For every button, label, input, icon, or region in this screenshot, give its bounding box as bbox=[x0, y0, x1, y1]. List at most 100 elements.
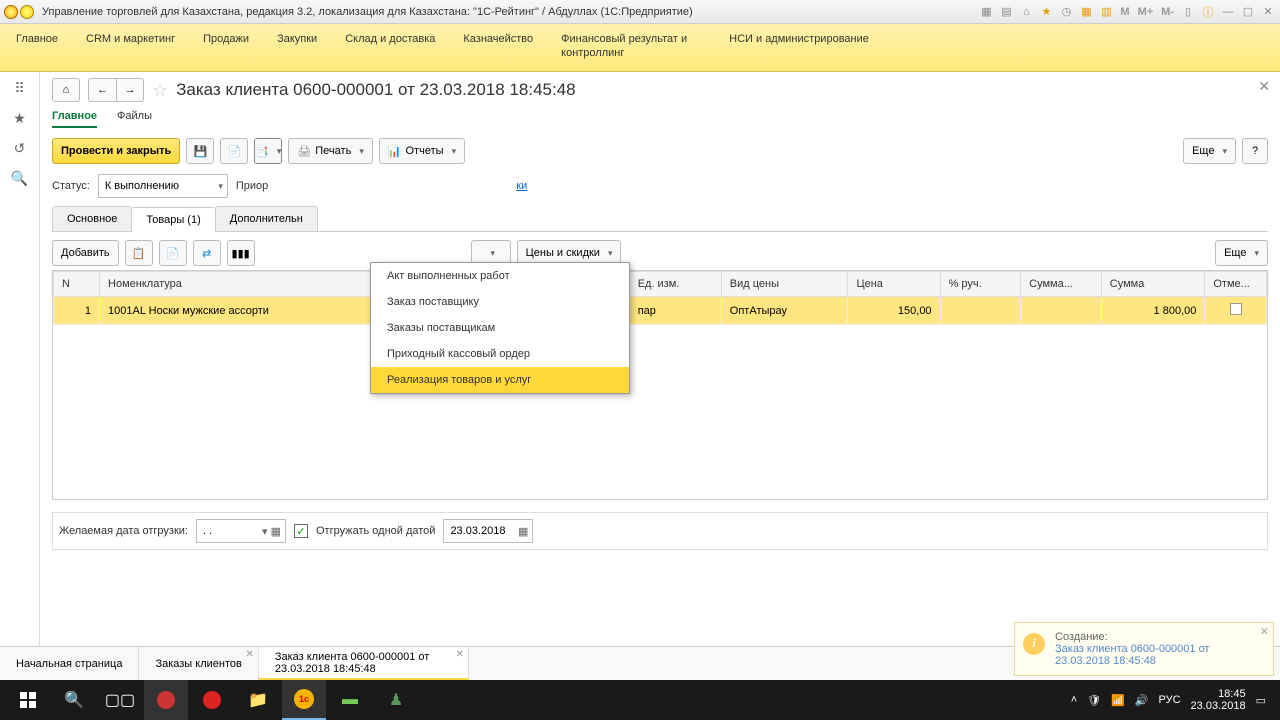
post-button[interactable]: 📄 bbox=[220, 138, 248, 164]
tray-chevron-icon[interactable]: ˄ bbox=[1071, 694, 1077, 706]
back-button[interactable]: ← bbox=[88, 78, 116, 102]
post-and-close-button[interactable]: Провести и закрыть bbox=[52, 138, 180, 164]
tray-volume-icon[interactable]: 🔊 bbox=[1135, 694, 1149, 707]
cancel-checkbox[interactable] bbox=[1230, 303, 1242, 315]
calendar-icon[interactable]: ▾ ▦ bbox=[262, 525, 281, 538]
barcode-button[interactable]: ▮▮▮ bbox=[227, 240, 255, 266]
menu-admin[interactable]: НСИ и администрирование bbox=[729, 32, 869, 46]
m-button[interactable]: M bbox=[1118, 6, 1131, 18]
dd-item-act[interactable]: Акт выполненных работ bbox=[371, 263, 629, 289]
toolbar-icon[interactable]: ⌂ bbox=[1018, 4, 1034, 20]
col-pricetype[interactable]: Вид цены bbox=[721, 272, 848, 297]
copy-row-button[interactable]: 📋 bbox=[125, 240, 153, 266]
close-tab-icon[interactable]: ✕ bbox=[245, 649, 253, 661]
toolbar-icon[interactable]: ▤ bbox=[998, 4, 1014, 20]
col-sum[interactable]: Сумма bbox=[1101, 272, 1205, 297]
history-icon[interactable]: ↺ bbox=[10, 138, 30, 158]
add-row-button[interactable]: Добавить bbox=[52, 240, 119, 266]
calendar-icon[interactable]: ▥ bbox=[1098, 4, 1114, 20]
close-tab-icon[interactable]: ✕ bbox=[455, 649, 463, 661]
menu-finresult[interactable]: Финансовый результат и контроллинг bbox=[561, 32, 701, 60]
col-price[interactable]: Цена bbox=[848, 272, 940, 297]
dd-item-supplier-orders[interactable]: Заказы поставщикам bbox=[371, 315, 629, 341]
fill-button[interactable]: ⇄ bbox=[193, 240, 221, 266]
tray-network-icon[interactable]: 📶 bbox=[1111, 694, 1125, 707]
notification-text: Заказ клиента 0600-000001 от 23.03.2018 … bbox=[1055, 643, 1263, 667]
search-icon[interactable]: 🔍 bbox=[52, 680, 96, 720]
history-icon[interactable]: ◷ bbox=[1058, 4, 1074, 20]
col-unit[interactable]: Ед. изм. bbox=[629, 272, 721, 297]
tray-lang[interactable]: РУС bbox=[1159, 694, 1181, 706]
dd-item-cash-order[interactable]: Приходный кассовый ордер bbox=[371, 341, 629, 367]
menu-purchases[interactable]: Закупки bbox=[277, 32, 317, 46]
taskbar-1c[interactable]: 1c bbox=[282, 680, 326, 720]
dd-item-realization[interactable]: Реализация товаров и услуг bbox=[371, 367, 629, 393]
panel-icon[interactable]: ▯ bbox=[1180, 4, 1196, 20]
minimize-icon[interactable]: — bbox=[1220, 4, 1236, 20]
help-button[interactable]: ? bbox=[1242, 138, 1268, 164]
close-icon[interactable]: ✕ bbox=[1260, 4, 1276, 20]
explorer-icon[interactable]: 📁 bbox=[236, 680, 280, 720]
taskbar-app[interactable]: ▬ bbox=[328, 680, 372, 720]
tab-main[interactable]: Основное bbox=[52, 206, 132, 231]
taskbar-app[interactable]: ♟ bbox=[374, 680, 418, 720]
favorite-icon[interactable]: ★ bbox=[1038, 4, 1054, 20]
toolbar-icon[interactable]: ▦ bbox=[978, 4, 994, 20]
m-plus-button[interactable]: M+ bbox=[1136, 6, 1156, 18]
reports-button[interactable]: 📊Отчеты bbox=[379, 138, 465, 164]
start-button[interactable] bbox=[6, 680, 50, 720]
print-button[interactable]: 🖨Печать bbox=[288, 138, 373, 164]
star-icon[interactable]: ★ bbox=[10, 108, 30, 128]
tray-clock[interactable]: 18:45 23.03.2018 bbox=[1191, 688, 1246, 712]
calendar-icon[interactable]: ▦ bbox=[518, 525, 528, 538]
tab-goods[interactable]: Товары (1) bbox=[131, 207, 215, 232]
single-date-label: Отгружать одной датой bbox=[316, 525, 435, 537]
bottab-orders[interactable]: Заказы клиентов✕ bbox=[139, 647, 258, 680]
home-button[interactable]: ⌂ bbox=[52, 78, 80, 102]
dd-item-supplier-order[interactable]: Заказ поставщику bbox=[371, 289, 629, 315]
subtab-files[interactable]: Файлы bbox=[117, 110, 152, 128]
bottab-current[interactable]: Заказ клиента 0600-000001 от 23.03.2018 … bbox=[259, 647, 469, 680]
menu-treasury[interactable]: Казначейство bbox=[463, 32, 533, 46]
paste-row-button[interactable]: 📄 bbox=[159, 240, 187, 266]
tray-notifications-icon[interactable]: ▭ bbox=[1256, 694, 1266, 707]
forward-button[interactable]: → bbox=[116, 78, 144, 102]
col-n[interactable]: N bbox=[54, 272, 100, 297]
create-based-button[interactable]: 📑 bbox=[254, 138, 282, 164]
status-select[interactable]: К выполнению bbox=[98, 174, 228, 198]
goods-table[interactable]: N Номенклатура личе... Ед. изм. Вид цены… bbox=[52, 270, 1268, 500]
maximize-icon[interactable]: ▢ bbox=[1240, 4, 1256, 20]
subtab-main[interactable]: Главное bbox=[52, 110, 97, 128]
notification-toast[interactable]: i ✕ Создание: Заказ клиента 0600-000001 … bbox=[1014, 622, 1274, 676]
menu-sales[interactable]: Продажи bbox=[203, 32, 249, 46]
close-document-icon[interactable]: ✕ bbox=[1258, 78, 1270, 95]
single-date-checkbox[interactable]: ✓ bbox=[294, 524, 308, 538]
table-more-button[interactable]: Еще bbox=[1215, 240, 1268, 266]
date2-input[interactable]: 23.03.2018▦ bbox=[443, 519, 533, 543]
save-button[interactable]: 💾 bbox=[186, 138, 214, 164]
col-sumd[interactable]: Сумма... bbox=[1021, 272, 1102, 297]
menu-crm[interactable]: CRM и маркетинг bbox=[86, 32, 175, 46]
col-manual[interactable]: % руч. bbox=[940, 272, 1021, 297]
tab-additional[interactable]: Дополнительн bbox=[215, 206, 318, 231]
favorite-star-icon[interactable]: ☆ bbox=[152, 80, 168, 101]
search-icon[interactable]: 🔍 bbox=[10, 168, 30, 188]
m-minus-button[interactable]: M- bbox=[1159, 6, 1176, 18]
menu-main[interactable]: Главное bbox=[16, 32, 58, 46]
apps-icon[interactable]: ⠿ bbox=[10, 78, 30, 98]
taskbar-app[interactable] bbox=[144, 680, 188, 720]
ship-date-input[interactable]: . .▾ ▦ bbox=[196, 519, 286, 543]
bottab-start[interactable]: Начальная страница bbox=[0, 647, 139, 680]
close-notification-icon[interactable]: ✕ bbox=[1260, 625, 1269, 638]
taskbar-app[interactable] bbox=[190, 680, 234, 720]
col-nomenclature[interactable]: Номенклатура bbox=[100, 272, 376, 297]
calc-icon[interactable]: ▦ bbox=[1078, 4, 1094, 20]
taskview-icon[interactable]: ▢▢ bbox=[98, 680, 142, 720]
tray-defender-icon[interactable]: 🛡 bbox=[1087, 694, 1101, 707]
col-cancel[interactable]: Отме... bbox=[1205, 272, 1267, 297]
more-button[interactable]: Еще bbox=[1183, 138, 1236, 164]
table-row[interactable]: 1 1001AL Носки мужские ассорти Отгрузить… bbox=[54, 297, 1267, 325]
info-icon[interactable]: ⓘ bbox=[1200, 4, 1216, 20]
link-partial[interactable]: ки bbox=[516, 180, 527, 192]
menu-warehouse[interactable]: Склад и доставка bbox=[345, 32, 435, 46]
